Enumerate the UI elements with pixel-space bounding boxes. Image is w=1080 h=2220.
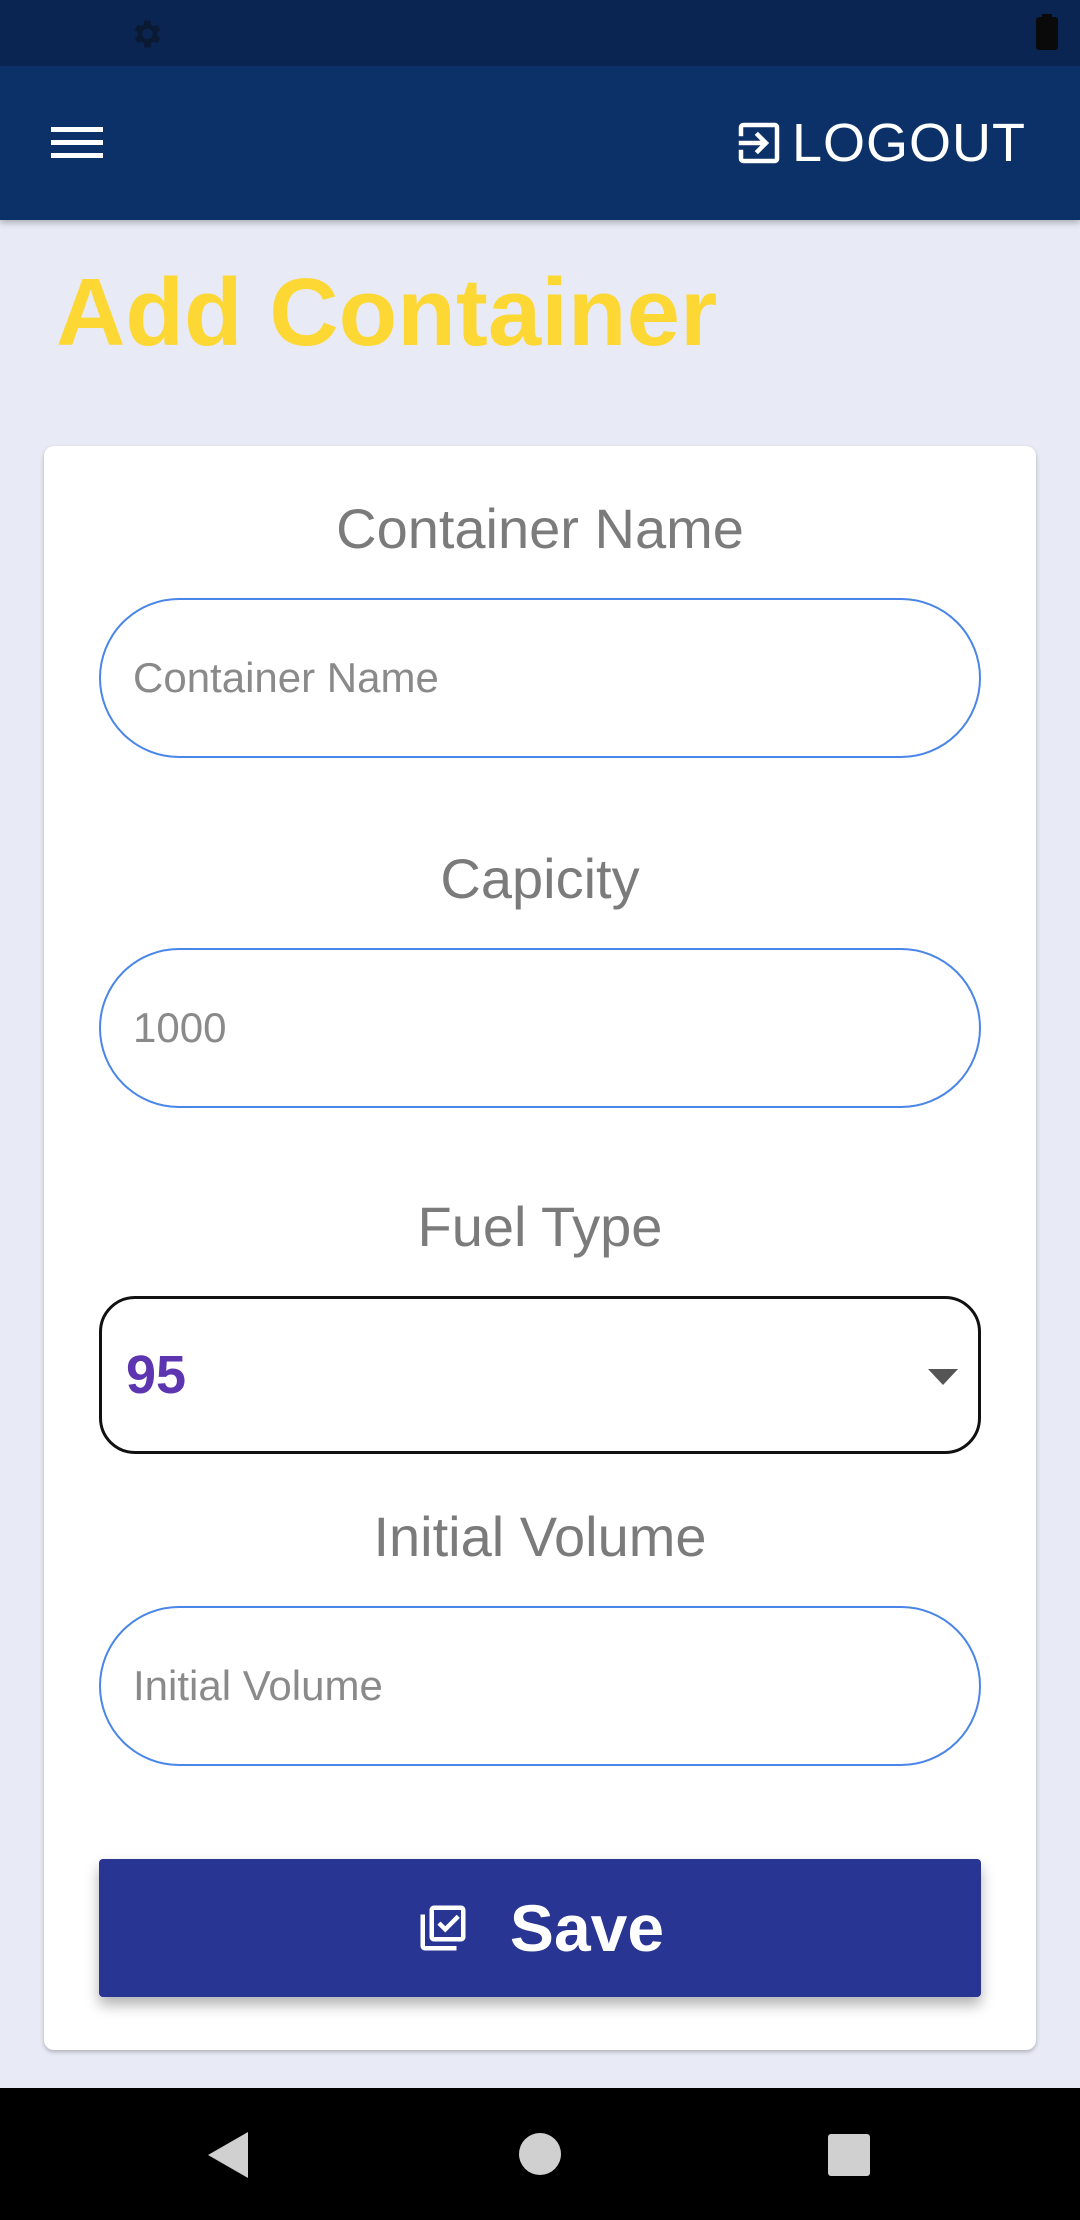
initial-volume-input[interactable] [99, 1606, 981, 1766]
home-icon[interactable] [518, 2132, 562, 2176]
container-name-label: Container Name [336, 497, 744, 560]
chevron-down-icon [928, 1369, 958, 1385]
page-title: Add Container [56, 259, 718, 366]
app-bar: LOGOUT [0, 66, 1080, 220]
status-bar [0, 0, 1080, 66]
logout-label: LOGOUT [791, 113, 1026, 173]
fuel-type-selected-value: 95 [126, 1345, 187, 1405]
fuel-type-select[interactable]: 95 [99, 1296, 981, 1454]
gear-icon [134, 20, 161, 48]
fuel-type-label: Fuel Type [417, 1195, 663, 1258]
logout-icon [738, 122, 780, 164]
capacity-input[interactable] [99, 948, 981, 1108]
form-card: Container Name Capicity Fuel Type 95 Ini… [44, 446, 1036, 2050]
back-icon[interactable] [204, 2130, 252, 2180]
save-label: Save [509, 1891, 665, 1965]
capacity-label: Capicity [440, 847, 640, 910]
menu-button[interactable] [40, 106, 114, 180]
system-nav-bar [0, 2088, 1080, 2220]
recents-icon[interactable] [828, 2134, 870, 2176]
logout-button[interactable]: LOGOUT [732, 110, 1026, 176]
hamburger-menu-icon [51, 127, 103, 158]
battery-icon [1036, 14, 1058, 50]
save-check-icon [420, 1905, 466, 1951]
initial-volume-label: Initial Volume [373, 1505, 707, 1568]
container-name-input[interactable] [99, 598, 981, 758]
save-button[interactable]: Save [99, 1859, 981, 1997]
